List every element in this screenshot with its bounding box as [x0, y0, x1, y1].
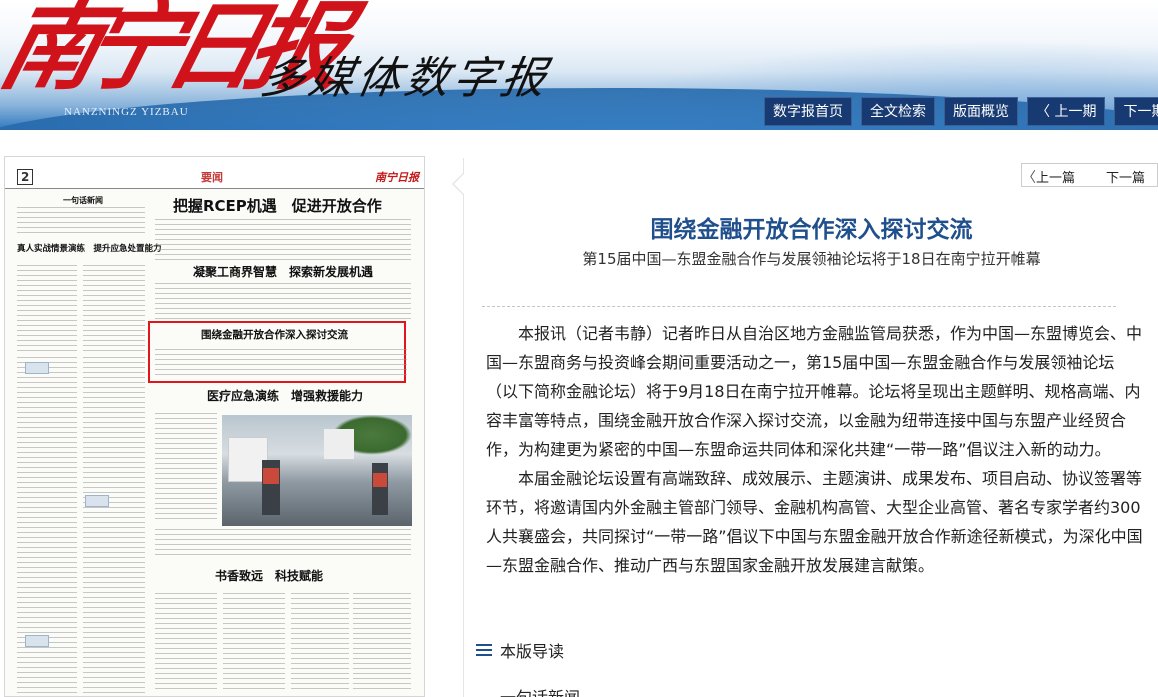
home-button[interactable]: 数字报首页: [764, 97, 852, 126]
guide-item-label: 一句话新闻: [500, 688, 580, 697]
article-title: 围绕金融开放合作深入探讨交流: [650, 217, 973, 243]
newspaper-logo-subtitle: 多媒体数字报: [256, 53, 554, 104]
page-overview-button[interactable]: 版面概览: [944, 97, 1018, 126]
article-paragraph: 本届金融论坛设置有高端致辞、成效展示、主题演讲、成果发布、项目启动、协议签署等环…: [486, 469, 1143, 575]
newspaper-page-image[interactable]: 2 要闻 南宁日报 一句话新闻 真人实战情景演练 提升应急处置能力 把握RCEP…: [4, 156, 425, 697]
paper-headline-finance[interactable]: 围绕金融开放合作深入探讨交流: [201, 327, 348, 342]
paper-headline-books[interactable]: 书香致远 科技赋能: [215, 567, 323, 584]
paper-text-block: [155, 349, 407, 379]
paper-logo: 南宁日报: [375, 171, 419, 184]
article-pager: 〈上一篇 下一篇: [1021, 163, 1158, 187]
top-nav: 数字报首页 全文检索 版面概览 〈 上一期 下一期: [764, 97, 1158, 126]
paper-left-label: 一句话新闻: [63, 196, 103, 205]
newspaper-logo-pinyin: NANZNINGZ YIZBAU: [64, 106, 189, 118]
paper-text-block: [353, 593, 411, 693]
paper-text-block: [155, 219, 411, 261]
paper-masthead: 2 要闻 南宁日报: [5, 157, 424, 189]
site-header: 南宁日报 多媒体数字报 NANZNINGZ YIZBAU 数字报首页 全文检索 …: [0, 0, 1158, 130]
previous-article-link[interactable]: 〈上一篇: [1022, 167, 1075, 187]
paper-text-block: [291, 593, 349, 693]
article-panel: 〈上一篇 下一篇 围绕金融开放合作深入探讨交流 第15届中国—东盟金融合作与发展…: [452, 158, 1158, 697]
paper-text-block: [83, 265, 145, 351]
page-guide-label: 本版导读: [500, 642, 565, 661]
guide-item-link[interactable]: 一句话新闻: [486, 684, 580, 697]
paper-headline-business[interactable]: 凝聚工商界智慧 探索新发展机遇: [193, 263, 373, 280]
paper-text-block: [155, 529, 411, 559]
paper-headline-medical[interactable]: 医疗应急演练 增强救援能力: [207, 387, 363, 404]
list-icon: [476, 644, 492, 656]
paper-photo-person: [262, 460, 280, 515]
paper-photo-ambulance: [222, 415, 412, 526]
paper-text-block: [83, 357, 145, 693]
paper-text-block: [155, 593, 217, 693]
page-guide-header: 本版导读: [476, 638, 564, 662]
article-subtitle: 第15届中国—东盟金融合作与发展领袖论坛将于18日在南宁拉开帷幕: [582, 250, 1041, 268]
paper-text-block: [223, 593, 285, 693]
previous-issue-button[interactable]: 〈 上一期: [1027, 97, 1106, 126]
paper-text-block: [155, 413, 217, 523]
paper-text-block: [17, 265, 77, 351]
paper-text-block: [17, 207, 145, 237]
chevron-left-icon: 〈: [1022, 170, 1036, 186]
page-root: 南宁日报 多媒体数字报 NANZNINGZ YIZBAU 数字报首页 全文检索 …: [0, 0, 1158, 697]
paper-sidebar-tag: [85, 495, 109, 507]
article-body: 本报讯（记者韦静）记者昨日从自治区地方金融监管局获悉，作为中国—东盟博览会、中国…: [486, 319, 1146, 580]
article-paragraph: 本报讯（记者韦静）记者昨日从自治区地方金融监管局获悉，作为中国—东盟博览会、中国…: [486, 324, 1143, 459]
previous-article-label: 上一篇: [1036, 171, 1076, 186]
paper-photo-person: [372, 463, 388, 515]
paper-page-name: 要闻: [201, 171, 223, 184]
next-issue-button[interactable]: 下一期: [1114, 97, 1158, 126]
paper-sidebar-tag: [25, 635, 49, 647]
paper-headline-rcep[interactable]: 把握RCEP机遇 促进开放合作: [173, 195, 382, 216]
paper-left-headline[interactable]: 真人实战情景演练 提升应急处置能力: [17, 242, 162, 254]
title-divider: [482, 306, 1116, 307]
fulltext-search-button[interactable]: 全文检索: [861, 97, 935, 126]
paper-sidebar-tag: [25, 362, 49, 374]
paper-page-number: 2: [17, 169, 34, 185]
paper-text-block: [155, 283, 411, 319]
next-article-link[interactable]: 下一篇: [1106, 167, 1145, 186]
paper-photo-ambulance-shape: [324, 429, 354, 459]
